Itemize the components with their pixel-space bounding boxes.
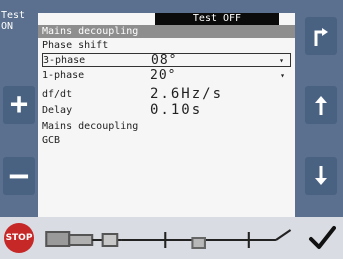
stop-button[interactable]: STOP — [4, 223, 34, 253]
down-button[interactable] — [305, 157, 337, 195]
one-phase-value[interactable]: 20° — [150, 68, 176, 83]
return-arrow-icon — [314, 28, 328, 46]
checkmark-icon — [309, 226, 336, 249]
dfdt-label: df/dt — [42, 88, 73, 100]
down-arrow-icon — [315, 166, 327, 185]
delay-value[interactable]: 0.10s — [150, 102, 202, 118]
plus-icon: + — [9, 87, 29, 122]
section-mains-decoupling-title: Mains decoupling — [42, 121, 139, 132]
plus-button[interactable]: + — [3, 86, 35, 124]
breaker-value: GCB — [42, 135, 61, 146]
delay-row[interactable]: Delay 0.10s — [42, 102, 291, 118]
three-phase-row[interactable]: 3-phase 08° ▾ — [42, 53, 291, 68]
confirm-button[interactable] — [307, 223, 337, 253]
bottom-bar: STOP — [0, 217, 343, 259]
dropdown-arrow-icon[interactable]: ▾ — [279, 56, 284, 65]
top-bar: Test OFF — [38, 13, 295, 25]
up-button[interactable] — [305, 86, 337, 124]
page-title: Mains decoupling — [38, 25, 295, 38]
return-button[interactable] — [305, 17, 337, 55]
status-badge: Test OFF — [155, 13, 279, 25]
one-phase-row[interactable]: 1-phase 20° ▾ — [42, 68, 291, 83]
dfdt-row[interactable]: df/dt 2.6Hz/s — [42, 86, 291, 102]
three-phase-value[interactable]: 08° — [151, 53, 177, 68]
section-phase-shift-title: Phase shift — [42, 40, 109, 51]
display-screen: Test OFF Mains decoupling Phase shift 3-… — [38, 13, 295, 217]
single-line-diagram — [45, 229, 292, 249]
test-on-label: Test ON — [1, 10, 26, 32]
three-phase-label: 3-phase — [43, 54, 86, 66]
delay-label: Delay — [42, 104, 73, 116]
one-phase-label: 1-phase — [42, 69, 85, 81]
dfdt-value[interactable]: 2.6Hz/s — [150, 86, 223, 102]
up-arrow-icon — [315, 96, 327, 115]
minus-icon: − — [8, 156, 30, 196]
dropdown-arrow-icon[interactable]: ▾ — [280, 71, 285, 80]
minus-button[interactable]: − — [3, 157, 35, 195]
